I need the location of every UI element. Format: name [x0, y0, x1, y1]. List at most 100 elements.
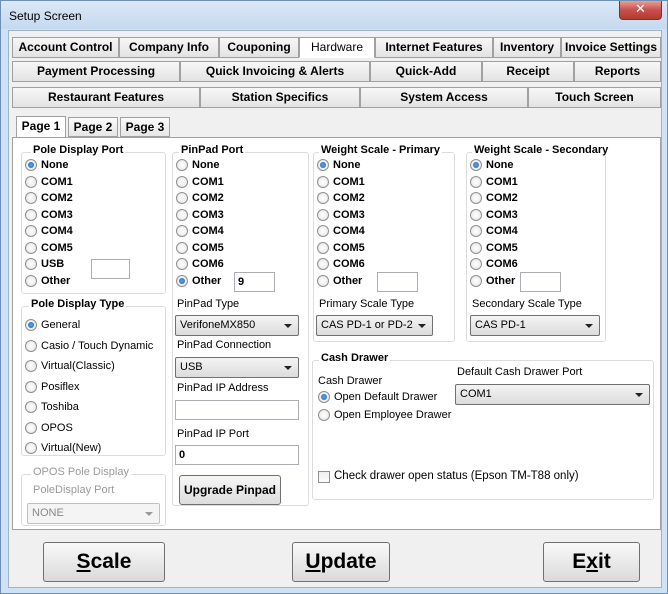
subtab-page-3[interactable]: Page 3 — [120, 117, 170, 137]
update-button-rest: pdate — [320, 550, 377, 573]
radio-button-icon — [318, 391, 330, 403]
tab-reports[interactable]: Reports — [574, 61, 661, 82]
subtab-page-1[interactable]: Page 1 — [16, 116, 66, 138]
tab-payment-processing[interactable]: Payment Processing — [12, 61, 180, 82]
title-bar: Setup Screen ✕ — [1, 1, 667, 29]
pole-port-radio-label: USB — [41, 258, 65, 270]
cash-drawer-radio-label: Open Employee Drawer — [334, 409, 452, 421]
pole-type-radio-label: OPOS — [41, 421, 73, 434]
window-title: Setup Screen — [9, 9, 82, 23]
update-hotkey: U — [305, 550, 321, 573]
drawer-status-label: Check drawer open status (Epson TM-T88 o… — [334, 470, 579, 482]
radio-button-icon — [317, 274, 329, 287]
radio-button-icon — [317, 208, 329, 221]
tab-receipt[interactable]: Receipt — [482, 61, 574, 82]
radio-button-icon — [25, 258, 37, 270]
tab-quick-add[interactable]: Quick-Add — [370, 61, 482, 82]
pinpad-connection-value: USB — [180, 361, 203, 373]
scale-secondary-other-field[interactable] — [520, 272, 561, 292]
pole-other-field[interactable] — [91, 259, 130, 279]
chevron-down-icon — [145, 512, 153, 516]
primary-scale-type-select[interactable]: CAS PD-1 or PD-2 — [316, 315, 433, 336]
secondary-scale-type-select[interactable]: CAS PD-1 — [470, 315, 600, 336]
radio-button-icon — [317, 225, 329, 237]
secondary-scale-type-value: CAS PD-1 — [475, 319, 526, 331]
radio-button-icon — [25, 175, 37, 188]
pinpad-connection-select[interactable]: USB — [175, 357, 299, 378]
close-button[interactable]: ✕ — [619, 1, 662, 20]
pinpad-connection-label: PinPad Connection — [177, 339, 272, 351]
tab-touch-screen[interactable]: Touch Screen — [528, 87, 661, 108]
primary-scale-type-value: CAS PD-1 or PD-2 — [321, 319, 413, 331]
pole-port-radio-label: COM1 — [41, 175, 73, 188]
pole-display-type-title: Pole Display Type — [29, 298, 127, 310]
pinpad-port-radio-label: COM2 — [192, 192, 224, 204]
chevron-down-icon — [284, 366, 292, 370]
pinpad-port-radio-label: None — [192, 159, 220, 171]
tab-system-access[interactable]: System Access — [360, 87, 528, 108]
pinpad-type-select[interactable]: VerifoneMX850 — [175, 315, 299, 336]
exit-hotkey: x — [586, 550, 598, 573]
pinpad-ip-label: PinPad IP Address — [177, 382, 269, 394]
radio-button-icon — [25, 192, 37, 204]
tab-restaurant-features[interactable]: Restaurant Features — [12, 87, 200, 108]
pole-type-radio-label: Virtual(New) — [41, 442, 102, 454]
upgrade-pinpad-button[interactable]: Upgrade Pinpad — [179, 475, 281, 505]
tab-company-info[interactable]: Company Info — [119, 37, 219, 58]
default-drawer-port-value: COM1 — [460, 388, 492, 400]
scale-primary-radio-label: COM2 — [333, 192, 365, 204]
subtab-page-2[interactable]: Page 2 — [68, 117, 118, 137]
radio-button-icon — [470, 225, 482, 237]
radio-button-icon — [25, 421, 37, 434]
chevron-down-icon — [418, 324, 426, 328]
pole-port-radio-label: COM5 — [41, 241, 73, 254]
radio-button-icon — [25, 208, 37, 221]
pinpad-port-field[interactable]: 0 — [175, 445, 299, 465]
scale-primary-other-field[interactable] — [377, 272, 418, 292]
scale-button[interactable]: Scale — [43, 542, 165, 582]
tab-internet-features[interactable]: Internet Features — [375, 37, 493, 58]
hardware-page-1: Pole Display Port None COM1 COM2 COM3 COM4 CO… — [12, 137, 661, 530]
radio-button-icon — [470, 258, 482, 270]
pole-port-radio-label: None — [41, 159, 69, 171]
tab-quick-invoicing[interactable]: Quick Invoicing & Alerts — [180, 61, 370, 82]
pole-port-radio-label: COM3 — [41, 208, 73, 221]
default-drawer-port-select[interactable]: COM1 — [455, 384, 650, 405]
pinpad-ip-field[interactable] — [175, 400, 299, 420]
secondary-scale-type-label: Secondary Scale Type — [472, 298, 582, 310]
radio-button-icon — [470, 159, 482, 171]
pinpad-other-field[interactable]: 9 — [234, 272, 275, 292]
exit-button[interactable]: Exit — [543, 542, 640, 582]
drawer-status-checkbox[interactable] — [318, 471, 330, 483]
radio-button-icon — [25, 380, 37, 393]
scale-primary-radio-label: COM1 — [333, 175, 365, 188]
tab-station-specifics[interactable]: Station Specifics — [200, 87, 360, 108]
radio-button-icon — [318, 409, 330, 421]
tab-hardware[interactable]: Hardware — [299, 37, 375, 58]
scale-secondary-radio-label: COM1 — [486, 175, 518, 188]
radio-button-icon — [317, 175, 329, 188]
tab-invoice-settings[interactable]: Invoice Settings — [561, 37, 661, 58]
update-button[interactable]: Update — [292, 542, 390, 582]
opos-port-select[interactable]: NONE — [27, 503, 160, 524]
scale-primary-radio-label: Other — [333, 274, 363, 287]
opos-port-value: NONE — [32, 507, 64, 519]
tab-account-control[interactable]: Account Control — [12, 37, 119, 58]
exit-button-first: E — [572, 550, 587, 573]
scale-secondary-radio-label: COM4 — [486, 225, 518, 237]
radio-button-icon — [25, 225, 37, 237]
chevron-down-icon — [635, 393, 643, 397]
radio-button-icon — [470, 175, 482, 188]
radio-button-icon — [317, 159, 329, 171]
chevron-down-icon — [585, 324, 593, 328]
radio-button-icon — [176, 258, 188, 270]
tab-couponing[interactable]: Couponing — [219, 37, 299, 58]
cash-drawer-radio-label: Open Default Drawer — [334, 391, 438, 403]
pole-port-radio-label: COM4 — [41, 225, 73, 237]
pinpad-port-radio-label: COM3 — [192, 208, 224, 221]
radio-button-icon — [470, 241, 482, 254]
pole-port-radio-label: COM2 — [41, 192, 73, 204]
tab-inventory[interactable]: Inventory — [493, 37, 561, 58]
radio-button-icon — [25, 442, 37, 454]
scale-secondary-radio-label: COM5 — [486, 241, 518, 254]
